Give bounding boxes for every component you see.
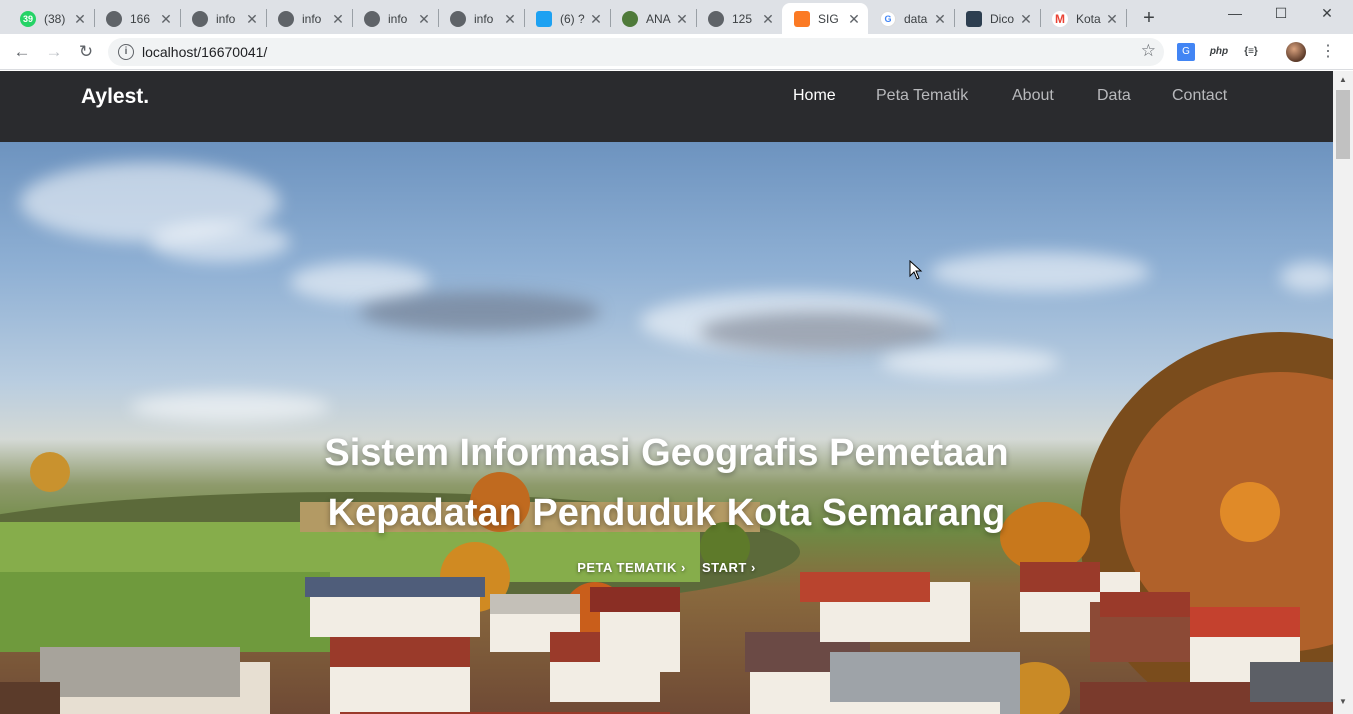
tab-title: (6) ? — [560, 11, 585, 26]
tab-title: info — [216, 11, 236, 26]
json-icon[interactable]: {≡} — [1239, 43, 1263, 61]
tab-close-icon[interactable]: ✕ — [674, 11, 690, 27]
browser-tab-twitter[interactable]: (6) ? ✕ — [524, 3, 610, 34]
tab-title: ANA — [646, 11, 671, 26]
tab-close-icon[interactable]: ✕ — [72, 11, 88, 27]
globe-icon — [106, 10, 122, 27]
start-button[interactable]: START › — [702, 560, 756, 575]
web-page: Aylest. Home Peta Tematik About Data Con… — [0, 71, 1333, 714]
maximize-button[interactable]: ☐ — [1258, 0, 1304, 30]
minimize-button[interactable]: — — [1212, 0, 1258, 30]
peta-tematik-button[interactable]: PETA TEMATIK › — [577, 560, 686, 575]
browser-tab-whatsapp[interactable]: 39 (38) ✕ — [8, 3, 94, 34]
twitter-icon — [536, 10, 552, 27]
translate-icon[interactable]: G — [1177, 43, 1195, 61]
tab-title: info — [388, 11, 408, 26]
whatsapp-icon: 39 — [20, 10, 36, 27]
emblem-icon — [622, 10, 638, 27]
tab-title: 166 — [130, 11, 151, 26]
nav-link-peta-tematik[interactable]: Peta Tematik — [876, 87, 968, 105]
url-text[interactable]: localhost/16670041/ — [142, 44, 267, 60]
globe-icon — [450, 10, 466, 27]
tab-title: 125 — [732, 11, 753, 26]
tab-close-icon[interactable]: ✕ — [760, 11, 776, 27]
tab-separator — [1126, 9, 1127, 27]
hero-title-line-2: Kepadatan Penduduk Kota Semarang — [327, 492, 1006, 534]
tab-close-icon[interactable]: ✕ — [502, 11, 518, 27]
tab-close-icon[interactable]: ✕ — [416, 11, 432, 27]
browser-tab[interactable]: info ✕ — [180, 3, 266, 34]
google-icon: G — [880, 10, 896, 27]
scroll-down-arrow-icon[interactable]: ▼ — [1333, 693, 1353, 710]
hero-section: Sistem Informasi Geografis Pemetaan Kepa… — [0, 142, 1333, 714]
browser-tab[interactable]: ANA ✕ — [610, 3, 696, 34]
scroll-up-arrow-icon[interactable]: ▲ — [1333, 71, 1353, 88]
tab-title: (38) — [44, 11, 66, 26]
scrollbar-thumb[interactable] — [1336, 90, 1350, 159]
start-label: START — [701, 560, 747, 575]
tab-close-icon[interactable]: ✕ — [588, 11, 604, 27]
tab-title: Kota — [1076, 11, 1101, 26]
browser-tab[interactable]: info ✕ — [438, 3, 524, 34]
browser-tab-gmail[interactable]: M Kota ✕ — [1040, 3, 1126, 34]
tab-close-icon[interactable]: ✕ — [1018, 11, 1034, 27]
bookmark-star-icon[interactable]: ☆ — [1141, 41, 1156, 61]
browser-tab-strip: 39 (38) ✕ 166 ✕ info ✕ info ✕ info ✕ inf… — [0, 0, 1353, 34]
tab-close-icon[interactable]: ✕ — [244, 11, 260, 27]
hero-actions: PETA TEMATIK › START › — [0, 560, 1333, 575]
xampp-icon — [794, 10, 810, 27]
browser-tab[interactable]: info ✕ — [266, 3, 352, 34]
globe-icon — [278, 10, 294, 27]
site-brand-logo[interactable]: Aylest. — [81, 85, 149, 109]
browser-tab-google[interactable]: G data ✕ — [868, 3, 954, 34]
tab-title: info — [474, 11, 494, 26]
nav-link-contact[interactable]: Contact — [1172, 87, 1227, 105]
tab-close-icon[interactable]: ✕ — [330, 11, 346, 27]
browser-tab[interactable]: 125 ✕ — [696, 3, 782, 34]
browser-toolbar: ← → ↻ i localhost/16670041/ ☆ G php {≡} … — [0, 34, 1353, 70]
forward-button[interactable]: → — [42, 40, 66, 64]
tab-title: data — [904, 11, 928, 26]
nav-link-data[interactable]: Data — [1097, 87, 1131, 105]
close-window-button[interactable]: ✕ — [1304, 0, 1350, 30]
gmail-icon: M — [1052, 10, 1068, 27]
tab-close-icon[interactable]: ✕ — [1104, 11, 1120, 27]
profile-avatar-icon[interactable] — [1286, 42, 1306, 62]
globe-icon — [192, 10, 208, 27]
browser-tab[interactable]: info ✕ — [352, 3, 438, 34]
browser-menu-icon[interactable]: ⋮ — [1320, 43, 1336, 61]
tab-close-icon[interactable]: ✕ — [932, 11, 948, 27]
mouse-cursor-icon — [909, 260, 923, 280]
new-tab-button[interactable]: + — [1138, 7, 1160, 29]
tab-title: SIG — [818, 11, 839, 26]
browser-tab[interactable]: 166 ✕ — [94, 3, 180, 34]
chevron-right-icon: › — [750, 560, 756, 575]
dicoding-icon — [966, 10, 982, 27]
page-scrollbar[interactable]: ▲ ▼ — [1333, 71, 1353, 714]
nav-link-home[interactable]: Home — [793, 87, 836, 105]
back-button[interactable]: ← — [10, 40, 34, 64]
browser-tab[interactable]: Dico ✕ — [954, 3, 1040, 34]
php-icon[interactable]: php — [1207, 43, 1231, 61]
site-info-icon[interactable]: i — [118, 44, 134, 60]
address-bar[interactable]: i localhost/16670041/ ☆ — [108, 38, 1164, 66]
site-navbar: Aylest. Home Peta Tematik About Data Con… — [0, 71, 1333, 142]
nav-link-about[interactable]: About — [1012, 87, 1054, 105]
peta-tematik-label: PETA TEMATIK — [577, 560, 677, 575]
tab-title: Dico — [990, 11, 1015, 26]
reload-button[interactable]: ↻ — [74, 40, 98, 64]
chevron-right-icon: › — [680, 560, 686, 575]
tab-close-icon[interactable]: ✕ — [846, 11, 862, 27]
globe-icon — [364, 10, 380, 27]
browser-tab-active[interactable]: SIG ✕ — [782, 3, 868, 34]
hero-title-line-1: Sistem Informasi Geografis Pemetaan — [324, 432, 1009, 474]
tab-title: info — [302, 11, 322, 26]
tab-close-icon[interactable]: ✕ — [158, 11, 174, 27]
globe-icon — [708, 10, 724, 27]
